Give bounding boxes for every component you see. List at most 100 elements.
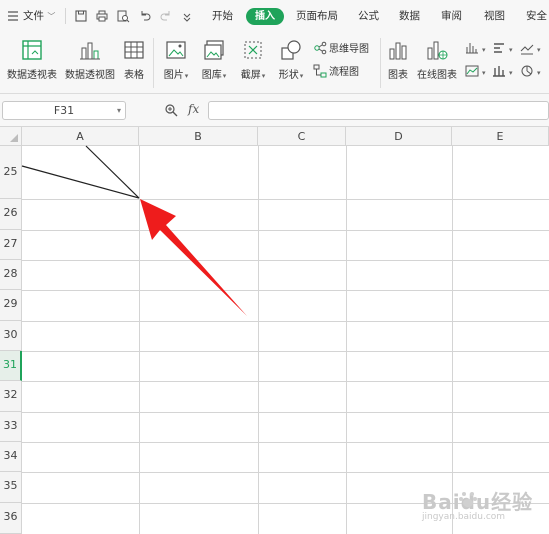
name-box[interactable]: F31 ▾ [2, 101, 126, 120]
gridline [22, 230, 549, 231]
table-icon [122, 38, 146, 62]
gridline [22, 381, 549, 382]
flowchart-button[interactable]: 流程图 [313, 64, 359, 80]
chevron-down-icon: ▾ [299, 72, 304, 80]
mind-map-button[interactable]: 思维导图 [313, 41, 369, 57]
gridline [346, 146, 347, 534]
baidu-watermark: Baidu经验 jingyan.baidu.com [422, 490, 534, 522]
row-header-34[interactable]: 34 [0, 442, 22, 472]
pivot-table-icon [20, 38, 44, 62]
row-header-29[interactable]: 29 [0, 290, 22, 321]
ribbon-divider [380, 38, 381, 88]
row-header-28[interactable]: 28 [0, 260, 22, 290]
area-chart-icon [465, 65, 479, 77]
stock-chart-icon [493, 66, 505, 77]
online-chart-icon [425, 38, 449, 62]
chevron-down-icon: ▾ [222, 72, 227, 80]
paw-logo-icon [459, 492, 477, 507]
row-header-36[interactable]: 36 [0, 503, 22, 534]
divider [65, 8, 66, 24]
column-header-c[interactable]: C [258, 127, 346, 146]
row-header-26[interactable]: 26 [0, 199, 22, 230]
stock-chart-dropdown[interactable]: ▾ [492, 64, 513, 80]
undo-icon[interactable] [138, 9, 152, 23]
tab-data[interactable]: 数据 [399, 0, 420, 32]
tab-insert[interactable]: 插入 [246, 8, 284, 25]
gridline [22, 321, 549, 322]
gridline [22, 199, 549, 200]
row-header-32[interactable]: 32 [0, 381, 22, 412]
column-header-b[interactable]: B [139, 127, 258, 146]
tab-formulas[interactable]: 公式 [358, 0, 379, 32]
quick-access-dropdown-icon[interactable] [180, 9, 194, 23]
gallery-button[interactable]: 图库▾ [197, 38, 231, 81]
pivot-table-button[interactable]: 数据透视表 [4, 38, 60, 81]
online-chart-button[interactable]: 在线图表 [415, 38, 459, 81]
picture-icon [164, 38, 188, 62]
row-header-35[interactable]: 35 [0, 472, 22, 503]
pie-chart-dropdown[interactable]: ▾ [520, 64, 541, 80]
pivot-chart-button[interactable]: 数据透视图 [62, 38, 118, 81]
gridline [452, 146, 453, 534]
insert-function-button[interactable]: fx [188, 102, 199, 116]
select-all-corner[interactable] [0, 127, 22, 146]
row-header-33[interactable]: 33 [0, 412, 22, 442]
print-preview-icon[interactable] [116, 9, 130, 23]
screenshot-button[interactable]: 截屏▾ [236, 38, 270, 81]
formula-input[interactable] [208, 101, 549, 120]
column-header-e[interactable]: E [452, 127, 549, 146]
line-chart-icon [520, 44, 534, 55]
pie-chart-icon [521, 65, 533, 77]
shapes-button[interactable]: 形状▾ [274, 38, 308, 81]
horizontal-bar-dropdown[interactable]: ▾ [492, 41, 513, 57]
row-header-27[interactable]: 27 [0, 230, 22, 260]
gallery-icon [202, 38, 226, 62]
tab-home[interactable]: 开始 [212, 0, 233, 32]
bar-chart-dropdown[interactable]: ▾ [465, 41, 486, 57]
ribbon-insert: 数据透视表 数据透视图 表格 图片▾ 图库▾ 截屏▾ 形状▾ 思维导图 流程图 … [0, 32, 549, 94]
gridline [22, 260, 549, 261]
save-icon[interactable] [74, 9, 88, 23]
row-header-31-selected[interactable]: 31 [0, 351, 22, 381]
tab-review[interactable]: 审阅 [441, 0, 462, 32]
shapes-icon [279, 38, 303, 62]
gridline [22, 442, 549, 443]
cell-grid[interactable] [22, 146, 549, 534]
gridline [22, 290, 549, 291]
mind-map-icon [314, 41, 327, 55]
gridline [22, 351, 549, 352]
line-chart-dropdown[interactable]: ▾ [520, 41, 541, 57]
row-header-30[interactable]: 30 [0, 321, 22, 351]
flowchart-icon [313, 64, 327, 78]
tab-security[interactable]: 安全 [526, 0, 547, 32]
column-chart-icon [466, 43, 478, 54]
ribbon-divider [153, 38, 154, 88]
table-button[interactable]: 表格 [121, 38, 147, 81]
pivot-chart-icon [78, 38, 102, 62]
gridline [139, 146, 140, 534]
tab-page-layout[interactable]: 页面布局 [296, 0, 338, 32]
gridline [22, 472, 549, 473]
gridline [258, 146, 259, 534]
file-menu[interactable]: 文件 ﹀ [23, 0, 55, 32]
row-header-25[interactable]: 25 [0, 146, 22, 199]
gridline [22, 412, 549, 413]
picture-button[interactable]: 图片▾ [159, 38, 193, 81]
print-icon[interactable] [95, 9, 109, 23]
chevron-down-icon: ▾ [261, 72, 266, 80]
screenshot-icon [241, 38, 265, 62]
chevron-down-icon: ﹀ [47, 12, 56, 21]
redo-icon[interactable] [159, 9, 173, 23]
menu-bar: 文件 ﹀ 开始 插入 页面布局 公式 数据 审阅 视图 安全 [0, 0, 549, 32]
area-chart-dropdown[interactable]: ▾ [465, 64, 486, 80]
chevron-down-icon: ▾ [116, 106, 121, 115]
horizontal-bar-icon [494, 43, 504, 53]
hamburger-menu-icon[interactable] [6, 9, 20, 23]
column-header-d[interactable]: D [346, 127, 452, 146]
zoom-search-icon[interactable] [164, 103, 178, 120]
tab-view[interactable]: 视图 [484, 0, 505, 32]
chevron-down-icon: ▾ [184, 72, 189, 80]
formula-bar: F31 ▾ fx [0, 94, 549, 127]
chart-button[interactable]: 图表 [385, 38, 411, 81]
column-header-a[interactable]: A [22, 127, 139, 146]
